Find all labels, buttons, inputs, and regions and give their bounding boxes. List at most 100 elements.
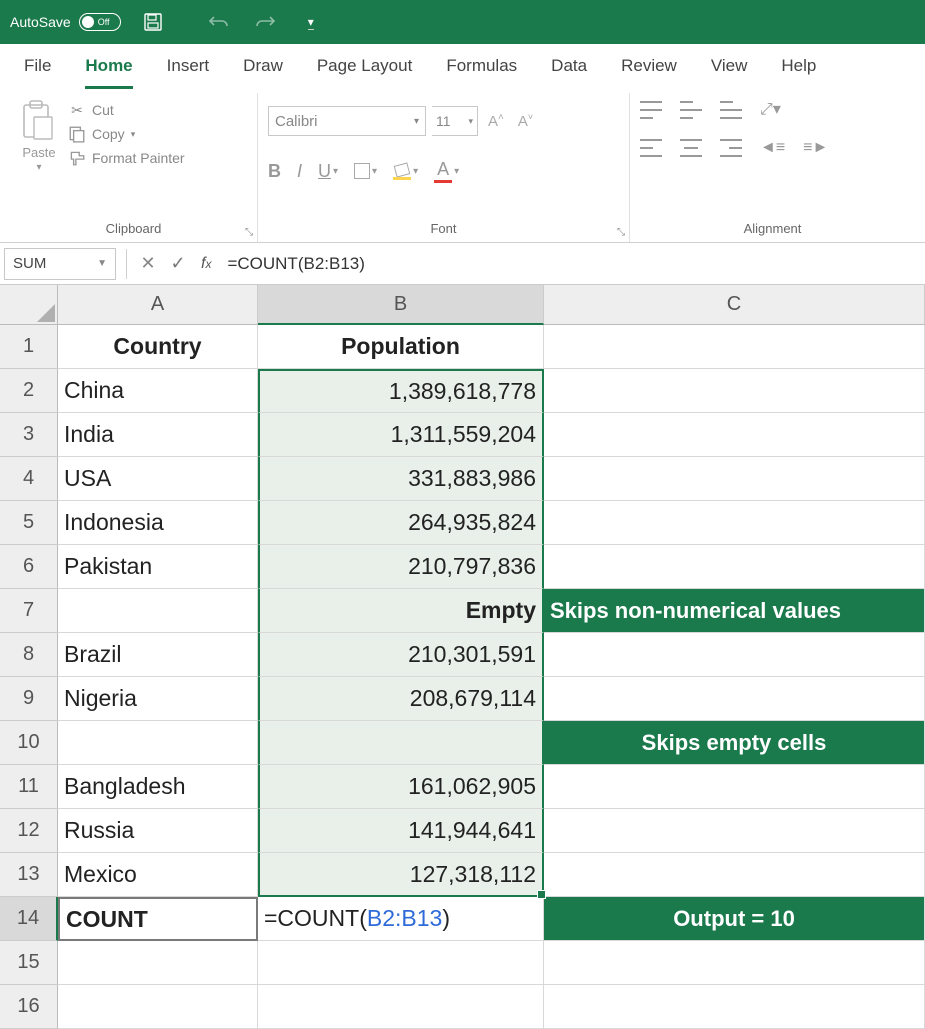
cell-B2[interactable]: 1,389,618,778 <box>258 369 544 413</box>
cell-B16[interactable] <box>258 985 544 1029</box>
cell-A11[interactable]: Bangladesh <box>58 765 258 809</box>
row-header[interactable]: 16 <box>0 985 58 1029</box>
save-icon[interactable] <box>139 8 167 36</box>
increase-indent-button[interactable]: ≡► <box>803 139 828 157</box>
row-header[interactable]: 14 <box>0 897 58 941</box>
select-all-corner[interactable] <box>0 285 58 325</box>
tab-page-layout[interactable]: Page Layout <box>317 56 412 89</box>
row-header[interactable]: 2 <box>0 369 58 413</box>
col-header-C[interactable]: C <box>544 285 925 325</box>
align-middle-button[interactable] <box>680 101 702 119</box>
format-painter-button[interactable]: Format Painter <box>68 149 185 167</box>
cell-A9[interactable]: Nigeria <box>58 677 258 721</box>
col-header-B[interactable]: B <box>258 285 544 325</box>
row-header[interactable]: 4 <box>0 457 58 501</box>
cell-B7[interactable]: Empty <box>258 589 544 633</box>
cell-C16[interactable] <box>544 985 925 1029</box>
cell-B11[interactable]: 161,062,905 <box>258 765 544 809</box>
cell-B5[interactable]: 264,935,824 <box>258 501 544 545</box>
align-top-button[interactable] <box>640 101 662 119</box>
border-button[interactable]: ▾ <box>354 163 377 179</box>
tab-formulas[interactable]: Formulas <box>446 56 517 89</box>
copy-button[interactable]: Copy ▾ <box>68 125 185 143</box>
cell-A16[interactable] <box>58 985 258 1029</box>
cell-B4[interactable]: 331,883,986 <box>258 457 544 501</box>
row-header[interactable]: 5 <box>0 501 58 545</box>
row-header[interactable]: 6 <box>0 545 58 589</box>
insert-function-button[interactable]: fx <box>193 255 219 273</box>
cell-A14[interactable]: COUNT <box>58 897 258 941</box>
cell-C6[interactable] <box>544 545 925 589</box>
cell-B15[interactable] <box>258 941 544 985</box>
cell-C1[interactable] <box>544 325 925 369</box>
name-box[interactable]: SUM ▼ <box>4 248 116 280</box>
tab-data[interactable]: Data <box>551 56 587 89</box>
underline-button[interactable]: U▾ <box>318 161 338 182</box>
row-header[interactable]: 8 <box>0 633 58 677</box>
qat-customize-icon[interactable]: ▾ <box>297 8 325 36</box>
tab-home[interactable]: Home <box>85 56 132 89</box>
cell-B3[interactable]: 1,311,559,204 <box>258 413 544 457</box>
name-box-chevron-icon[interactable]: ▼ <box>97 258 107 269</box>
cell-A4[interactable]: USA <box>58 457 258 501</box>
row-header[interactable]: 3 <box>0 413 58 457</box>
tab-review[interactable]: Review <box>621 56 677 89</box>
font-launcher-icon[interactable]: ⤡ <box>617 227 625 238</box>
row-header[interactable]: 7 <box>0 589 58 633</box>
cell-C11[interactable] <box>544 765 925 809</box>
tab-draw[interactable]: Draw <box>243 56 283 89</box>
cell-B12[interactable]: 141,944,641 <box>258 809 544 853</box>
italic-button[interactable]: I <box>297 161 302 182</box>
font-size-select[interactable]: 11▾ <box>432 106 478 136</box>
bold-button[interactable]: B <box>268 161 281 182</box>
undo-icon[interactable] <box>205 8 233 36</box>
cell-B6[interactable]: 210,797,836 <box>258 545 544 589</box>
row-header[interactable]: 1 <box>0 325 58 369</box>
align-left-button[interactable] <box>640 139 662 157</box>
cell-A7[interactable] <box>58 589 258 633</box>
font-name-select[interactable]: Calibri▾ <box>268 106 426 136</box>
align-center-button[interactable] <box>680 139 702 157</box>
cell-A6[interactable]: Pakistan <box>58 545 258 589</box>
align-right-button[interactable] <box>720 139 742 157</box>
row-header[interactable]: 12 <box>0 809 58 853</box>
cell-B1[interactable]: Population <box>258 325 544 369</box>
autosave-switch[interactable]: Off <box>79 13 121 31</box>
cell-C8[interactable] <box>544 633 925 677</box>
cut-button[interactable]: ✂ Cut <box>68 101 185 119</box>
clipboard-launcher-icon[interactable]: ⤡ <box>245 227 253 238</box>
cell-A10[interactable] <box>58 721 258 765</box>
cell-C4[interactable] <box>544 457 925 501</box>
tab-help[interactable]: Help <box>781 56 816 89</box>
tab-file[interactable]: File <box>24 56 51 89</box>
paste-button[interactable]: Paste ▾ <box>20 99 68 217</box>
cell-A13[interactable]: Mexico <box>58 853 258 897</box>
cell-C12[interactable] <box>544 809 925 853</box>
formula-cancel-button[interactable]: ✕ <box>133 253 163 274</box>
tab-view[interactable]: View <box>711 56 748 89</box>
cell-C3[interactable] <box>544 413 925 457</box>
cell-B14[interactable]: =COUNT(B2:B13) <box>258 897 544 941</box>
cell-A15[interactable] <box>58 941 258 985</box>
cell-A12[interactable]: Russia <box>58 809 258 853</box>
cell-A5[interactable]: Indonesia <box>58 501 258 545</box>
cell-C10[interactable]: Skips empty cells <box>544 721 925 765</box>
row-header[interactable]: 13 <box>0 853 58 897</box>
cell-B13[interactable]: 127,318,112 <box>258 853 544 897</box>
row-header[interactable]: 11 <box>0 765 58 809</box>
cell-A1[interactable]: Country <box>58 325 258 369</box>
tab-insert[interactable]: Insert <box>167 56 210 89</box>
cell-C2[interactable] <box>544 369 925 413</box>
row-header[interactable]: 10 <box>0 721 58 765</box>
cell-C15[interactable] <box>544 941 925 985</box>
cell-C14[interactable]: Output = 10 <box>544 897 925 941</box>
row-header[interactable]: 9 <box>0 677 58 721</box>
increase-font-button[interactable]: A˄ <box>484 112 508 130</box>
cell-A3[interactable]: India <box>58 413 258 457</box>
redo-icon[interactable] <box>251 8 279 36</box>
cell-C7[interactable]: Skips non-numerical values <box>544 589 925 633</box>
cell-C5[interactable] <box>544 501 925 545</box>
autosave-toggle[interactable]: AutoSave Off <box>10 13 121 31</box>
font-color-button[interactable]: A ▾ <box>434 159 459 183</box>
cell-B10[interactable] <box>258 721 544 765</box>
